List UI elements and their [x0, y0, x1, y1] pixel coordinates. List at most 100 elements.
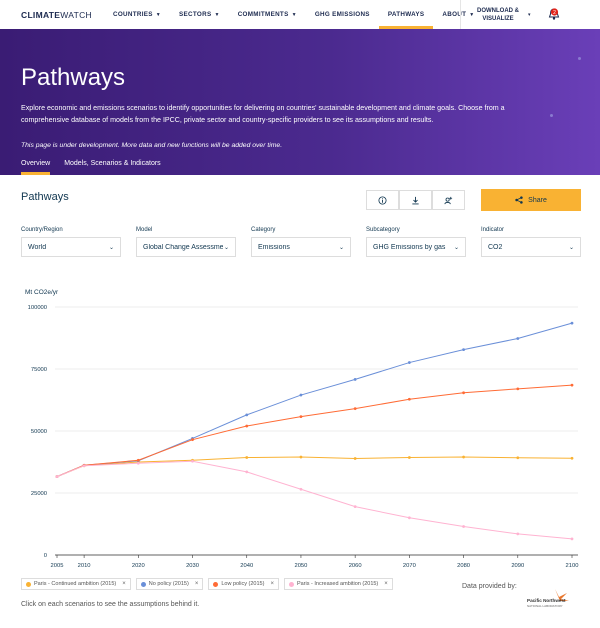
chevron-down-icon: ▾ [528, 12, 531, 18]
data-point [353, 407, 357, 411]
nav-item-commitments[interactable]: COMMITMENTS ▼ [229, 0, 306, 29]
remove-series-icon[interactable]: × [270, 581, 274, 587]
filter-label-model: Model [136, 227, 153, 233]
data-point [82, 464, 86, 468]
data-point [516, 387, 520, 391]
nav-item-pathways[interactable]: PATHWAYS [378, 0, 434, 29]
legend-item[interactable]: Low policy (2015) × [208, 578, 279, 590]
data-point [462, 391, 465, 395]
tab-overview[interactable]: Overview [21, 155, 51, 175]
legend-item[interactable]: No policy (2015) × [135, 578, 204, 590]
data-point [191, 438, 194, 442]
series-line [56, 456, 573, 478]
add-to-favorites-button[interactable] [432, 190, 465, 210]
series-line [56, 460, 573, 540]
climatewatch-logo[interactable]: CLIMATEWATCH [21, 10, 92, 20]
y-axis-label: Mt CO2e/yr [25, 289, 59, 296]
chevron-down-icon: ⌄ [453, 244, 459, 251]
remove-series-icon[interactable]: × [195, 581, 199, 587]
legend-label: Low policy (2015) [221, 581, 265, 587]
data-point [407, 397, 411, 401]
x-tick-label: 2090 [511, 563, 524, 569]
remove-series-icon[interactable]: × [384, 581, 388, 587]
notification-bell-icon[interactable]: 2 [546, 6, 562, 22]
nav-item-label: SECTORS [179, 11, 212, 18]
data-point [136, 461, 140, 465]
development-note: This page is under development. More dat… [21, 142, 283, 149]
filter-label-category: Category [251, 227, 276, 233]
svg-text:Pacific Northwest: Pacific Northwest [527, 598, 566, 603]
filter-label-country: Country/Region [21, 227, 63, 233]
chevron-down-icon: ⌄ [568, 244, 574, 251]
nav-item-label: PATHWAYS [387, 11, 425, 18]
notification-count: 2 [553, 10, 556, 16]
decorative-dot [578, 57, 581, 60]
category-value: Emissions [258, 243, 290, 251]
chevron-down-icon: ⌄ [338, 244, 344, 251]
x-tick-label: 2040 [240, 563, 253, 569]
data-point [245, 470, 249, 474]
chart-legend: Paris - Continued ambition (2015) × No pol… [21, 578, 398, 590]
share-icon [515, 196, 523, 204]
nav-menu: COUNTRIES ▼ SECTORS ▼ COMMITMENTS ▼ GHG EMISSI… [104, 0, 484, 29]
legend-swatch [26, 581, 31, 587]
x-tick-label: 2030 [186, 563, 199, 569]
data-provided-by-label: Data provided by: [462, 583, 517, 590]
info-button[interactable] [366, 190, 399, 210]
data-point [299, 455, 303, 459]
download-label-line2: VISUALIZE [482, 16, 514, 22]
data-point [191, 459, 194, 463]
download-visualize-button[interactable]: DOWNLOAD & VISUALIZE [460, 0, 535, 29]
top-navbar: CLIMATEWATCH COUNTRIES ▼ SECTORS ▼ COMMITMEN… [0, 0, 600, 29]
scenario-hint: Click on each scenarios to see the assum… [21, 601, 200, 608]
country-region-select[interactable]: World ⌄ [21, 237, 121, 257]
nav-item-label: GHG EMISSIONS [314, 11, 370, 18]
legend-swatch [213, 581, 219, 587]
x-tick-label: 2050 [294, 563, 307, 569]
page-description: Explore economic and emissions scenarios… [21, 104, 505, 124]
data-point [407, 516, 411, 520]
filter-label-subcategory: Subcategory [366, 227, 400, 233]
indicator-select[interactable]: CO2 ⌄ [481, 237, 581, 257]
info-icon [378, 195, 387, 205]
model-value: Global Change Assessment... [143, 243, 223, 251]
data-point [245, 424, 249, 428]
category-select[interactable]: Emissions ⌄ [251, 237, 351, 257]
subcategory-select[interactable]: GHG Emissions by gas ⌄ [366, 237, 466, 257]
add-user-icon [444, 196, 453, 204]
data-point [407, 456, 411, 459]
hero-tabs: Overview Models, Scenarios & Indicators [21, 155, 175, 175]
data-point [516, 337, 520, 340]
data-point [245, 413, 249, 417]
tab-models-scenarios-indicators[interactable]: Models, Scenarios & Indicators [64, 155, 161, 175]
nav-item-countries[interactable]: COUNTRIES ▼ [104, 0, 170, 29]
data-point [353, 505, 357, 509]
y-tick-label: 0 [44, 553, 47, 559]
x-tick-label: 2005 [51, 563, 64, 569]
remove-series-icon[interactable]: × [122, 581, 126, 587]
model-select[interactable]: Global Change Assessment...⌄ [136, 237, 236, 257]
share-button[interactable]: Share [481, 189, 581, 211]
data-point [55, 475, 59, 479]
caret-down-icon: ▼ [214, 11, 220, 18]
page-title: Pathways [21, 64, 126, 91]
data-point [353, 378, 357, 381]
indicator-value: CO2 [488, 243, 503, 251]
x-tick-label: 2080 [457, 563, 470, 569]
data-point [407, 361, 411, 364]
legend-label: Paris - Increased ambition (2015) [296, 581, 379, 587]
download-button[interactable] [399, 190, 432, 210]
data-point [570, 537, 574, 541]
download-label-line1: DOWNLOAD & [477, 8, 519, 14]
nav-item-sectors[interactable]: SECTORS ▼ [170, 0, 229, 29]
nav-item-label: COMMITMENTS [237, 11, 289, 18]
y-tick-label: 75000 [31, 367, 47, 373]
nav-item-ghg-emissions[interactable]: GHG EMISSIONS [306, 0, 379, 29]
svg-text:NATIONAL LABORATORY: NATIONAL LABORATORY [527, 604, 563, 608]
y-tick-label: 50000 [31, 429, 47, 435]
data-point [570, 321, 574, 325]
legend-item[interactable]: Paris - Continued ambition (2015) × [21, 578, 131, 590]
download-icon [412, 196, 419, 204]
legend-item[interactable]: Paris - Increased ambition (2015) × [283, 578, 393, 590]
data-point [299, 487, 303, 491]
